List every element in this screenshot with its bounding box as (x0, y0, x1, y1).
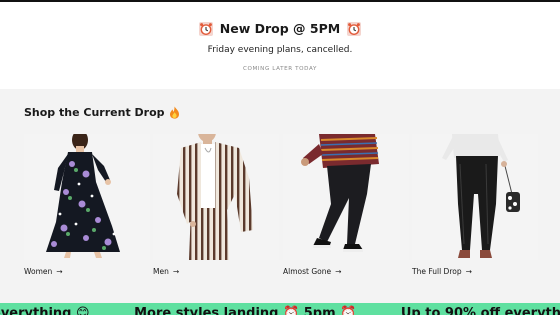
promo-note: COMING LATER TODAY (243, 66, 317, 72)
card-label-text: Men (153, 267, 169, 276)
ticker-item: Up to 90% off everything (400, 306, 560, 315)
alarm-clock-icon (347, 21, 362, 36)
ticker-item: everything 😊 (0, 306, 90, 315)
card-label[interactable]: The Full Drop → (412, 267, 472, 276)
card-label-text: Almost Gone (283, 267, 332, 276)
card-label[interactable]: Women → (24, 267, 63, 276)
men-product-image[interactable] (153, 134, 279, 260)
arrow-right-icon: → (56, 267, 63, 276)
card-men[interactable]: Men → (153, 134, 279, 276)
almost-gone-product-image[interactable] (283, 134, 409, 260)
card-label[interactable]: Almost Gone → (283, 267, 341, 276)
full-drop-product-image[interactable] (412, 134, 538, 260)
card-label-text: The Full Drop (412, 267, 462, 276)
ticker-item: More styles landing ⏰ 5pm ⏰ (134, 306, 357, 315)
card-almost-gone[interactable]: Almost Gone → (283, 134, 409, 276)
card-label-text: Women (24, 267, 53, 276)
section-heading: Shop the Current Drop (24, 106, 180, 119)
section-title: Shop the Current Drop (24, 106, 165, 119)
card-women[interactable]: Women → (24, 134, 150, 276)
ticker-track: everything 😊 More styles landing ⏰ 5pm ⏰… (0, 307, 560, 315)
arrow-right-icon: → (335, 267, 342, 276)
promo-banner[interactable]: New Drop @ 5PM Friday evening plans, can… (0, 2, 560, 89)
card-label[interactable]: Men → (153, 267, 179, 276)
fire-icon (169, 106, 179, 119)
promo-ticker[interactable]: everything 😊 More styles landing ⏰ 5pm ⏰… (0, 303, 560, 315)
arrow-right-icon: → (172, 267, 180, 276)
promo-subtitle: Friday evening plans, cancelled. (207, 45, 353, 55)
alarm-clock-icon (198, 21, 213, 36)
arrow-right-icon: → (465, 267, 472, 276)
promo-title-row: New Drop @ 5PM (0, 21, 560, 36)
women-product-image[interactable] (24, 134, 150, 260)
promo-title: New Drop @ 5PM (219, 21, 341, 36)
card-full-drop[interactable]: The Full Drop → (412, 134, 538, 276)
